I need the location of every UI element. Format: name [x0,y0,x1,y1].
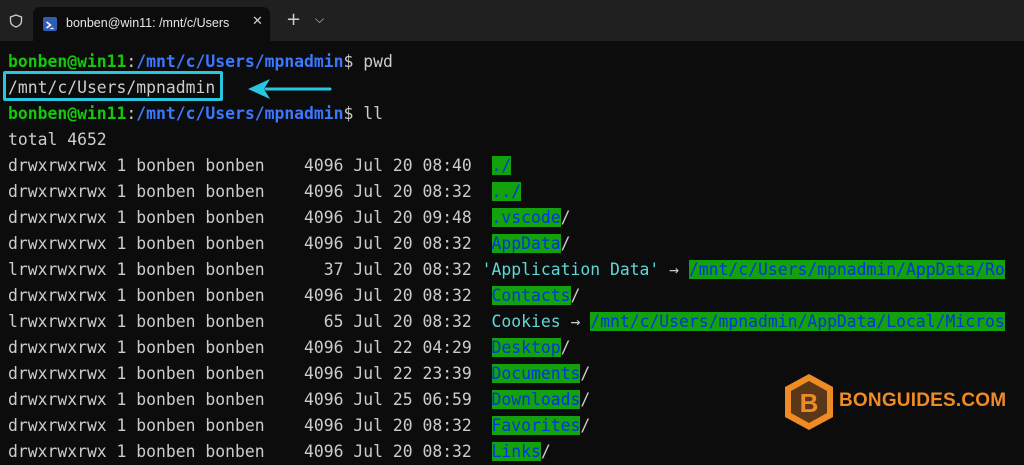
list-item-meta: drwxrwxrwx 1 bonben bonben 4096 Jul 20 0… [8,234,492,253]
dir-suffix: / [560,208,571,227]
list-item-meta: drwxrwxrwx 1 bonben bonben 4096 Jul 20 0… [8,286,492,305]
new-tab-button[interactable]: + [286,9,301,30]
symlink-arrow: → [659,260,689,279]
powershell-icon [43,17,57,31]
tab-dropdown-icon[interactable]: ⌵ [315,12,324,27]
dir-name: AppData [491,234,561,253]
list-item-meta: drwxrwxrwx 1 bonben bonben 4096 Jul 20 0… [8,416,492,435]
dir-suffix: / [580,416,591,435]
list-item: drwxrwxrwx 1 bonben bonben 4096 Jul 20 0… [8,180,522,204]
dir-name: Contacts [491,286,571,305]
command-text: ll [363,104,384,123]
prompt-path: /mnt/c/Users/mpnadmin [136,52,344,71]
annotation-highlight-box [3,71,223,101]
list-item: drwxrwxrwx 1 bonben bonben 4096 Jul 20 0… [8,154,512,178]
list-item-meta: drwxrwxrwx 1 bonben bonben 4096 Jul 22 0… [8,338,492,357]
list-item: drwxrwxrwx 1 bonben bonben 4096 Jul 20 0… [8,232,571,256]
list-item-meta: drwxrwxrwx 1 bonben bonben 4096 Jul 20 0… [8,208,492,227]
list-item: drwxrwxrwx 1 bonben bonben 4096 Jul 20 0… [8,440,551,464]
watermark: B BONGUIDES.COM [782,372,1022,432]
symlink-name: 'Application Data' [481,260,660,279]
prompt-colon: : [126,52,137,71]
dir-name: Documents [491,364,581,383]
prompt-dollar: $ [343,104,364,123]
title-bar: bonben@win11: /mnt/c/Users ✕ + ⌵ [0,0,1024,41]
total-line: total 4652 [8,130,107,149]
list-item-meta: drwxrwxrwx 1 bonben bonben 4096 Jul 20 0… [8,156,492,175]
dir-suffix: / [560,338,571,357]
shield-icon[interactable] [9,14,23,28]
dir-suffix: / [570,286,581,305]
dir-name: ../ [491,182,522,201]
list-item: drwxrwxrwx 1 bonben bonben 4096 Jul 20 0… [8,206,571,230]
list-item: lrwxrwxrwx 1 bonben bonben 65 Jul 20 08:… [8,310,1005,334]
dir-name: Links [491,442,541,461]
dir-suffix: / [580,364,591,383]
list-item-meta: lrwxrwxrwx 1 bonben bonben 37 Jul 20 08:… [8,260,482,279]
annotation-arrow-icon [248,79,332,99]
symlink-name: Cookies [491,312,561,331]
list-item: drwxrwxrwx 1 bonben bonben 4096 Jul 20 0… [8,414,590,438]
symlink-arrow: → [560,312,591,331]
list-item: drwxrwxrwx 1 bonben bonben 4096 Jul 25 0… [8,388,590,412]
command-text: pwd [363,52,393,71]
symlink-target: /mnt/c/Users/mpnadmin/AppData/Local/Micr… [590,312,1005,331]
prompt-line-ll: bonben@win11:/mnt/c/Users/mpnadmin$ ll [8,102,383,126]
list-item-meta: drwxrwxrwx 1 bonben bonben 4096 Jul 25 0… [8,390,492,409]
list-item-meta: drwxrwxrwx 1 bonben bonben 4096 Jul 20 0… [8,442,492,461]
tab-title: bonben@win11: /mnt/c/Users [66,16,230,30]
dir-suffix: / [540,442,551,461]
list-item-meta: lrwxrwxrwx 1 bonben bonben 65 Jul 20 08:… [8,312,492,331]
close-tab-icon[interactable]: ✕ [252,14,263,29]
list-item-meta: drwxrwxrwx 1 bonben bonben 4096 Jul 22 2… [8,364,492,383]
dir-name: .vscode [491,208,561,227]
symlink-target: /mnt/c/Users/mpnadmin/AppData/Ro [688,260,1005,279]
list-item: drwxrwxrwx 1 bonben bonben 4096 Jul 22 0… [8,336,571,360]
prompt-dollar: $ [343,52,364,71]
dir-suffix: / [580,390,591,409]
dir-suffix: / [560,234,571,253]
prompt-user: bonben@win11 [8,52,127,71]
dir-name: ./ [491,156,512,175]
list-item: drwxrwxrwx 1 bonben bonben 4096 Jul 20 0… [8,284,580,308]
dir-name: Desktop [491,338,561,357]
list-item: drwxrwxrwx 1 bonben bonben 4096 Jul 22 2… [8,362,590,386]
prompt-user: bonben@win11 [8,104,127,123]
bonguides-logo-icon: B [785,374,833,430]
dir-name: Downloads [491,390,581,409]
logo-letter: B [800,388,819,418]
list-item: lrwxrwxrwx 1 bonben bonben 37 Jul 20 08:… [8,258,1005,282]
prompt-path: /mnt/c/Users/mpnadmin [136,104,344,123]
dir-name: Favorites [491,416,581,435]
watermark-text: BONGUIDES.COM [839,390,1007,411]
list-item-meta: drwxrwxrwx 1 bonben bonben 4096 Jul 20 0… [8,182,492,201]
terminal-tab[interactable]: bonben@win11: /mnt/c/Users ✕ [33,7,270,41]
prompt-colon: : [126,104,137,123]
